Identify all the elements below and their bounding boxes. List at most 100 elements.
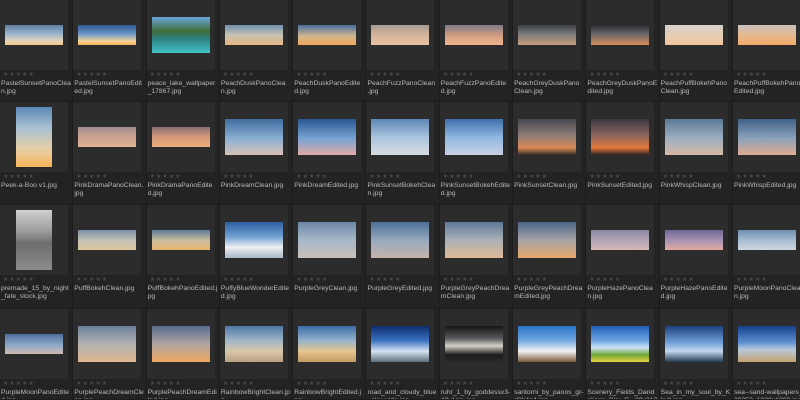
file-tile[interactable]: ★★★★★ PeachDuskPanoClean.jpg [219, 0, 294, 102]
thumbnail-image[interactable] [371, 119, 430, 155]
file-tile[interactable]: ★★★★★ PinkSunsetEdited.jpg [586, 102, 660, 205]
thumbnail-image[interactable] [298, 222, 357, 258]
thumbnail-image[interactable] [737, 119, 796, 155]
rating-stars[interactable]: ★★★★★ [663, 72, 695, 78]
rating-stars[interactable]: ★★★★★ [369, 277, 401, 283]
file-tile[interactable]: ★★★★★ Peek-a-Boo v1.jpg [0, 102, 74, 205]
thumbnail-image[interactable] [444, 326, 503, 362]
file-tile[interactable]: ★★★★★ premade_15_by_night_fate_stock.jpg [0, 205, 74, 309]
thumbnail-image[interactable] [78, 326, 137, 362]
file-tile[interactable]: ★★★★★ PinkDreamClean.jpg [219, 102, 294, 205]
file-tile[interactable]: ★★★★★ PurpleGreyClean.jpg [293, 205, 367, 309]
rating-stars[interactable]: ★★★★★ [736, 381, 768, 387]
rating-stars[interactable]: ★★★★★ [3, 277, 35, 283]
rating-stars[interactable]: ★★★★★ [589, 72, 621, 78]
rating-stars[interactable]: ★★★★★ [296, 174, 328, 180]
file-tile[interactable]: ★★★★★ PurpleHazePanoClean.jpg [586, 205, 660, 309]
thumbnail-image[interactable] [224, 119, 283, 155]
thumbnail-image[interactable] [224, 222, 283, 258]
file-tile[interactable]: ★★★★★ PeachGreyDuskPanoClean.jpg [513, 0, 587, 102]
rating-stars[interactable]: ★★★★★ [663, 277, 695, 283]
file-tile[interactable]: ★★★★★ PurpleGreyPeachDreamClean.jpg [439, 205, 514, 309]
file-tile[interactable]: ★★★★★ PinkSunsetBokehClean.jpg [366, 102, 440, 205]
rating-stars[interactable]: ★★★★★ [76, 277, 108, 283]
rating-stars[interactable]: ★★★★★ [223, 277, 255, 283]
rating-stars[interactable]: ★★★★★ [369, 174, 401, 180]
rating-stars[interactable]: ★★★★★ [443, 72, 475, 78]
rating-stars[interactable]: ★★★★★ [3, 72, 35, 78]
file-tile[interactable]: ★★★★★ RainbowBrightClean.jpg [219, 309, 294, 400]
thumbnail-image[interactable] [737, 230, 796, 250]
thumbnail-image[interactable] [16, 107, 52, 167]
rating-stars[interactable]: ★★★★★ [3, 174, 35, 180]
thumbnail-image[interactable] [664, 119, 723, 155]
rating-stars[interactable]: ★★★★★ [589, 277, 621, 283]
file-tile[interactable]: ★★★★★ PurpleMoonPanoEdited.jpg [0, 309, 74, 400]
thumbnail-image[interactable] [444, 222, 503, 258]
file-tile[interactable]: ★★★★★ PeachFuzzPanoClean .jpg [366, 0, 440, 102]
thumbnail-image[interactable] [224, 326, 283, 362]
rating-stars[interactable]: ★★★★★ [150, 381, 182, 387]
file-tile[interactable]: ★★★★★ PinkDramaPanoClean.jpg [73, 102, 147, 205]
rating-stars[interactable]: ★★★★★ [663, 174, 695, 180]
thumbnail-image[interactable] [518, 326, 577, 362]
file-tile[interactable]: ★★★★★ PastelSunsetPanoEdited.jpg [73, 0, 147, 102]
file-tile[interactable]: ★★★★★ PurpleGreyPeachDreamEdited.jpg [513, 205, 587, 309]
file-tile[interactable]: ★★★★★ PurpleMoonPanoClean.jpg [732, 205, 800, 309]
file-tile[interactable]: ★★★★★ Scenery_Fields_Dandelions_Sky_G...0… [586, 309, 660, 400]
thumbnail-image[interactable] [591, 25, 650, 45]
file-tile[interactable]: ★★★★★ peace_lake_wallpaper_17867.jpg [146, 0, 220, 102]
thumbnail-image[interactable] [518, 222, 577, 258]
file-tile[interactable]: ★★★★★ santorni_by_panos_gr-d3lr4q4.jpg [513, 309, 587, 400]
thumbnail-image[interactable] [737, 25, 796, 45]
file-tile[interactable]: ★★★★★ PeachGreyDuskPanoEdited.jpg [586, 0, 660, 102]
file-tile[interactable]: ★★★★★ PinkSunsetBokehEdited.jpg [439, 102, 514, 205]
thumbnail-image[interactable] [591, 326, 650, 362]
file-tile[interactable]: ★★★★★ PinkSunsetClean.jpg [513, 102, 587, 205]
thumbnail-image[interactable] [151, 127, 210, 147]
rating-stars[interactable]: ★★★★★ [516, 174, 548, 180]
thumbnail-image[interactable] [298, 25, 357, 45]
file-tile[interactable]: ★★★★★ PeachDuskPanoEdited.jpg [293, 0, 367, 102]
thumbnail-image[interactable] [371, 222, 430, 258]
file-tile[interactable]: ★★★★★ ruhr_1_by_goddessx3-d2y1srx.jpg [439, 309, 514, 400]
rating-stars[interactable]: ★★★★★ [516, 277, 548, 283]
rating-stars[interactable]: ★★★★★ [150, 174, 182, 180]
rating-stars[interactable]: ★★★★★ [516, 72, 548, 78]
file-tile[interactable]: ★★★★★ PuffBokehPanoEdited.jpg [146, 205, 220, 309]
thumbnail-image[interactable] [298, 326, 357, 362]
rating-stars[interactable]: ★★★★★ [736, 72, 768, 78]
file-tile[interactable]: ★★★★★ PastelSunsetPanoClean.jpg [0, 0, 74, 102]
thumbnail-image[interactable] [664, 230, 723, 250]
file-tile[interactable]: ★★★★★ PurpleHazePanoEdited.jpg [659, 205, 733, 309]
rating-stars[interactable]: ★★★★★ [736, 277, 768, 283]
file-tile[interactable]: ★★★★★ PuffyBlueWonderEdited.jpg [219, 205, 294, 309]
file-tile[interactable]: ★★★★★ sea--sand-wallpapers_29253_1920x108… [732, 309, 800, 400]
thumbnail-image[interactable] [518, 119, 577, 155]
rating-stars[interactable]: ★★★★★ [296, 381, 328, 387]
rating-stars[interactable]: ★★★★★ [3, 381, 35, 387]
file-tile[interactable]: ★★★★★ RainbowBrightEdited.jpg [293, 309, 367, 400]
rating-stars[interactable]: ★★★★★ [223, 72, 255, 78]
thumbnail-image[interactable] [371, 326, 430, 362]
rating-stars[interactable]: ★★★★★ [76, 381, 108, 387]
thumbnail-image[interactable] [5, 25, 63, 45]
thumbnail-image[interactable] [78, 25, 137, 45]
rating-stars[interactable]: ★★★★★ [76, 174, 108, 180]
rating-stars[interactable]: ★★★★★ [589, 174, 621, 180]
file-tile[interactable]: ★★★★★ PeachPuffBokehPanoEdited.jpg [732, 0, 800, 102]
file-tile[interactable]: ★★★★★ PuffBokehClean.jpg [73, 205, 147, 309]
rating-stars[interactable]: ★★★★★ [589, 381, 621, 387]
file-tile[interactable]: ★★★★★ Sea_in_my_soul_by_Klodi.jpg [659, 309, 733, 400]
thumbnail-image[interactable] [664, 25, 723, 45]
rating-stars[interactable]: ★★★★★ [369, 381, 401, 387]
rating-stars[interactable]: ★★★★★ [150, 277, 182, 283]
thumbnail-image[interactable] [151, 326, 210, 362]
thumbnail-image[interactable] [151, 17, 210, 53]
rating-stars[interactable]: ★★★★★ [223, 174, 255, 180]
file-tile[interactable]: ★★★★★ PinkWhispClean.jpg [659, 102, 733, 205]
file-tile[interactable]: ★★★★★ road_and_cloudy_blue_sky-wide.jpg [366, 309, 440, 400]
file-tile[interactable]: ★★★★★ PurplePeachDreamEdited.jpg [146, 309, 220, 400]
rating-stars[interactable]: ★★★★★ [663, 381, 695, 387]
rating-stars[interactable]: ★★★★★ [516, 381, 548, 387]
